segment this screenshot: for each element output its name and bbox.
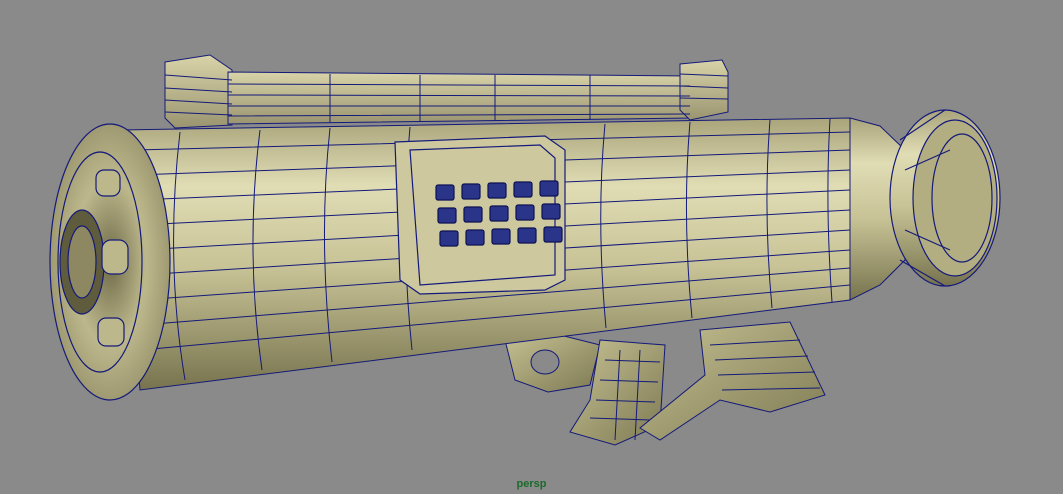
carry-rail[interactable] [164, 54, 729, 129]
front-muzzle[interactable] [889, 109, 1001, 287]
rear-end-cap[interactable] [49, 123, 171, 401]
camera-label: persp [516, 478, 547, 490]
keypad-panel[interactable] [394, 135, 566, 295]
persp-viewport[interactable]: persp [0, 0, 1063, 494]
grip-assembly[interactable] [504, 321, 826, 446]
scene-canvas[interactable] [0, 0, 1063, 494]
